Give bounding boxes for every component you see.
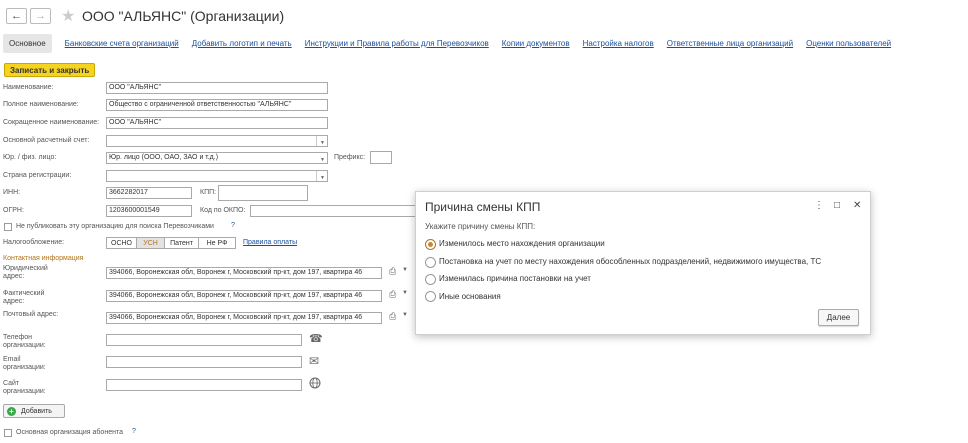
email-label: Email организации: xyxy=(3,356,46,371)
help-icon[interactable]: ? xyxy=(132,428,136,435)
tab-instructions[interactable]: Инструкции и Правила работы для Перевозч… xyxy=(305,39,489,48)
help-icon[interactable]: ? xyxy=(231,222,235,229)
dropdown-arrow-icon: ▼ xyxy=(320,175,325,181)
reason-radio-other[interactable] xyxy=(425,291,436,302)
address-edit-icon[interactable]: ⎙ xyxy=(389,266,396,277)
forward-arrow-icon: → xyxy=(35,10,46,22)
email-field[interactable] xyxy=(106,356,302,368)
kpp-label: КПП: xyxy=(200,189,217,196)
tab-bar: Основное Банковские счета организаций До… xyxy=(3,32,904,54)
no-publish-checkbox[interactable] xyxy=(4,223,12,231)
prefix-field[interactable] xyxy=(370,151,392,164)
fullname-label: Полное наименование: xyxy=(3,101,79,108)
country-select[interactable]: ▼ xyxy=(106,170,328,182)
tax-option-osno[interactable]: ОСНО xyxy=(106,237,137,249)
prefix-label: Префикс: xyxy=(334,154,366,161)
globe-icon[interactable] xyxy=(309,377,321,391)
dropdown-arrow-icon[interactable]: ▼ xyxy=(402,312,408,318)
reason-label-registration-reason-changed: Изменилась причина постановки на учет xyxy=(439,274,591,283)
tab-bank-accounts[interactable]: Банковские счета организаций xyxy=(65,39,179,48)
address-edit-icon[interactable]: ⎙ xyxy=(389,311,396,322)
phone-label: Телефон организации: xyxy=(3,334,46,349)
inn-field[interactable]: 3662282017 xyxy=(106,187,192,199)
next-button[interactable]: Далее xyxy=(818,309,859,326)
okpo-field[interactable] xyxy=(250,205,420,217)
envelope-icon[interactable]: ✉ xyxy=(309,354,319,368)
shortname-field[interactable]: ООО "АЛЬЯНС" xyxy=(106,117,328,129)
dialog-prompt: Укажите причину смены КПП: xyxy=(425,222,536,231)
tax-option-non-rf[interactable]: Не РФ xyxy=(198,237,236,249)
ogrn-label: ОГРН: xyxy=(3,207,24,214)
kpp-change-reason-dialog: Причина смены КПП ⋮ □ ✕ Укажите причину … xyxy=(415,191,871,335)
site-label: Сайт организации: xyxy=(3,380,46,395)
okpo-label: Код по ОКПО: xyxy=(200,207,246,214)
reason-label-branch-registration: Постановка на учет по месту нахождения о… xyxy=(439,257,822,266)
dropdown-arrow-icon: ▼ xyxy=(320,140,325,146)
reason-radio-registration-reason-changed[interactable] xyxy=(425,274,436,285)
tab-responsible-persons[interactable]: Ответственные лица организаций xyxy=(667,39,793,48)
tab-user-ratings[interactable]: Оценки пользователей xyxy=(806,39,891,48)
tax-label: Налогообложение: xyxy=(3,239,65,246)
plus-icon: + xyxy=(7,406,16,416)
phone-field[interactable] xyxy=(106,334,302,346)
name-label: Наименование: xyxy=(3,84,54,91)
back-arrow-icon: ← xyxy=(11,10,22,22)
postal-address-field[interactable]: 394066, Воронежская обл, Воронеж г, Моск… xyxy=(106,312,382,324)
back-button[interactable]: ← xyxy=(6,8,27,24)
forward-button[interactable]: → xyxy=(30,8,51,24)
legal-type-label: Юр. / физ. лицо: xyxy=(3,154,57,161)
reason-label-location-changed: Изменилось место нахождения организации xyxy=(439,239,605,248)
tax-option-usn[interactable]: УСН xyxy=(136,237,165,249)
main-org-checkbox[interactable] xyxy=(4,429,12,437)
legal-address-label: Юридический адрес: xyxy=(3,265,48,280)
contact-info-heading: Контактная информация xyxy=(3,255,84,262)
kpp-field[interactable] xyxy=(218,185,308,201)
inn-label: ИНН: xyxy=(3,189,21,196)
reason-radio-location-changed[interactable] xyxy=(425,239,436,250)
address-edit-icon[interactable]: ⎙ xyxy=(389,289,396,300)
tab-tax-settings[interactable]: Настройка налогов xyxy=(583,39,654,48)
dropdown-arrow-icon[interactable]: ▼ xyxy=(402,267,408,273)
ogrn-field[interactable]: 1203600001549 xyxy=(106,205,192,217)
legal-address-field[interactable]: 394066, Воронежская обл, Воронеж г, Моск… xyxy=(106,267,382,279)
legal-type-select[interactable]: Юр. лицо (ООО, ОАО, ЗАО и т.д.) ▼ xyxy=(106,152,328,164)
reason-radio-branch-registration[interactable] xyxy=(425,257,436,268)
actual-address-field[interactable]: 394066, Воронежская обл, Воронеж г, Моск… xyxy=(106,290,382,302)
phone-icon[interactable]: ☎ xyxy=(309,332,323,345)
save-and-close-button[interactable]: Записать и закрыть xyxy=(4,63,96,77)
no-publish-label: Не публиковать эту организацию для поиск… xyxy=(16,223,214,230)
reason-label-other: Иные основания xyxy=(439,292,501,301)
country-label: Страна регистрации: xyxy=(3,172,72,179)
close-icon[interactable]: ✕ xyxy=(853,200,861,211)
account-select[interactable]: ▼ xyxy=(106,135,328,147)
more-options-icon[interactable]: ⋮ xyxy=(814,200,824,211)
account-label: Основной расчетный счет: xyxy=(3,137,90,144)
tab-logo-stamp[interactable]: Добавить логотип и печать xyxy=(192,39,292,48)
tax-option-patent[interactable]: Патент xyxy=(164,237,199,249)
page-title: ООО "АЛЬЯНС" (Организации) xyxy=(82,8,285,24)
fullname-field[interactable]: Общество с ограниченной ответственностью… xyxy=(106,99,328,111)
main-org-label: Основная организация абонента xyxy=(16,429,123,436)
tab-document-copies[interactable]: Копии документов xyxy=(502,39,570,48)
site-field[interactable] xyxy=(106,379,302,391)
name-field[interactable]: ООО "АЛЬЯНС" xyxy=(106,82,328,94)
add-contact-button[interactable]: + Добавить xyxy=(3,404,65,418)
favorite-star-icon[interactable]: ★ xyxy=(61,6,75,26)
dialog-title: Причина смены КПП xyxy=(425,200,541,214)
postal-address-label: Почтовый адрес: xyxy=(3,311,59,318)
tab-main[interactable]: Основное xyxy=(3,33,52,53)
payment-rules-link[interactable]: Правила оплаты xyxy=(243,239,297,246)
dropdown-arrow-icon: ▼ xyxy=(320,157,325,163)
shortname-label: Сокращенное наименование: xyxy=(3,119,100,126)
dropdown-arrow-icon[interactable]: ▼ xyxy=(402,290,408,296)
actual-address-label: Фактический адрес: xyxy=(3,290,45,305)
maximize-icon[interactable]: □ xyxy=(834,200,840,211)
